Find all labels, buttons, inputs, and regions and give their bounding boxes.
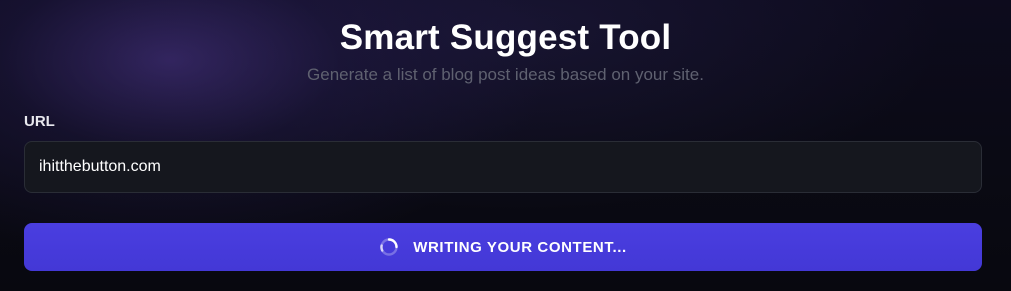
- smart-suggest-panel: Smart Suggest Tool Generate a list of bl…: [0, 0, 1011, 291]
- page-subtitle: Generate a list of blog post ideas based…: [307, 65, 704, 84]
- writing-content-button[interactable]: WRITING YOUR CONTENT...: [24, 223, 982, 271]
- url-label: URL: [24, 113, 55, 130]
- url-input[interactable]: [24, 141, 982, 193]
- loading-spinner-icon: [379, 237, 399, 257]
- button-label: WRITING YOUR CONTENT...: [413, 238, 627, 256]
- page-title: Smart Suggest Tool: [339, 18, 672, 57]
